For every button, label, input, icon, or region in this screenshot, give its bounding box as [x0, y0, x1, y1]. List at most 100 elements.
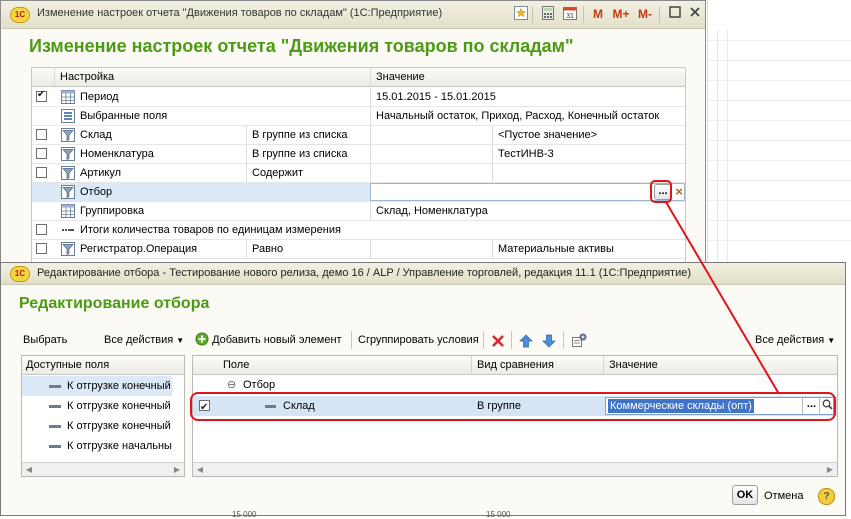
setting-name: Отбор: [80, 186, 113, 198]
cancel-button[interactable]: Отмена: [764, 487, 803, 505]
column-header-setting[interactable]: Настройка: [60, 68, 114, 86]
settings-gear-icon[interactable]: [571, 333, 587, 349]
column-header-value[interactable]: Значение: [376, 68, 425, 86]
filter-heading: Редактирование отбора: [19, 295, 210, 312]
all-actions-left-menu[interactable]: Все действия ▼: [104, 331, 184, 349]
setting-value[interactable]: Материальные активы: [498, 240, 614, 258]
setting-name: Склад: [80, 129, 112, 141]
fields-icon: [61, 109, 75, 123]
row-checkbox[interactable]: [36, 224, 47, 235]
field-icon: [49, 424, 61, 428]
dropdown-arrow-icon: ▼: [176, 336, 185, 345]
row-checkbox[interactable]: [36, 167, 47, 178]
add-icon: [195, 332, 209, 346]
calculator-icon[interactable]: [539, 5, 557, 23]
add-new-element-label: Добавить новый элемент: [212, 334, 342, 346]
row-checkbox[interactable]: [36, 148, 47, 159]
all-actions-right-label: Все действия: [755, 334, 825, 346]
table-row[interactable]: Артикул Содержит: [32, 164, 685, 183]
table-row[interactable]: Выбранные поля Начальный остаток, Приход…: [32, 107, 685, 126]
favorites-icon[interactable]: [512, 5, 530, 23]
table-row[interactable]: Итоги количества товаров по единицам изм…: [32, 221, 685, 240]
scroll-right-icon[interactable]: ▶: [825, 464, 835, 475]
column-header-comparison[interactable]: Вид сравнения: [477, 356, 554, 375]
move-up-icon[interactable]: [518, 333, 534, 349]
all-actions-left-label: Все действия: [104, 334, 174, 346]
all-actions-right-menu[interactable]: Все действия ▼: [755, 331, 835, 349]
field-icon: [49, 444, 61, 448]
row-checkbox[interactable]: [36, 129, 47, 140]
settings-window: 1С Изменение настроек отчета "Движения т…: [0, 0, 706, 278]
column-header-field[interactable]: Поле: [223, 356, 249, 375]
available-field-item[interactable]: К отгрузке конечный: [22, 396, 172, 416]
1c-logo-icon: 1С: [10, 266, 30, 282]
setting-condition[interactable]: В группе из списка: [252, 145, 348, 163]
filter-window: 1С Редактирование отбора - Тестирование …: [0, 262, 846, 516]
setting-condition[interactable]: Равно: [252, 240, 283, 258]
delete-icon[interactable]: [490, 333, 506, 349]
table-row[interactable]: Регистратор.Операция Равно Материальные …: [32, 240, 685, 259]
maximize-icon[interactable]: [666, 5, 684, 23]
horizontal-scrollbar[interactable]: ◀ ▶: [22, 462, 184, 476]
setting-value[interactable]: Склад, Номенклатура: [376, 202, 488, 220]
move-down-icon[interactable]: [541, 333, 557, 349]
row-checkbox[interactable]: [36, 243, 47, 254]
memory-button[interactable]: M: [589, 5, 607, 23]
available-field-item[interactable]: К отгрузке конечный: [22, 376, 172, 396]
setting-value[interactable]: Начальный остаток, Приход, Расход, Конеч…: [376, 107, 659, 125]
clear-icon[interactable]: ×: [673, 183, 685, 201]
setting-name: Регистратор.Операция: [80, 243, 198, 255]
filter-window-titlebar: 1С Редактирование отбора - Тестирование …: [1, 263, 845, 285]
setting-value[interactable]: 15.01.2015 - 15.01.2015: [376, 88, 496, 106]
setting-condition[interactable]: Содержит: [252, 164, 303, 182]
dropdown-arrow-icon: ▼: [827, 336, 836, 345]
settings-heading: Изменение настроек отчета "Движения това…: [29, 36, 574, 56]
filter-icon: [61, 185, 75, 199]
scroll-right-icon[interactable]: ▶: [172, 464, 182, 475]
table-row[interactable]: Номенклатура В группе из списка ТестИНВ-…: [32, 145, 685, 164]
setting-name: Выбранные поля: [80, 110, 168, 122]
highlight-ellipsis-frame: [650, 180, 672, 203]
memory-minus-button[interactable]: M-: [634, 5, 656, 23]
table-row[interactable]: Склад В группе из списка <Пустое значени…: [32, 126, 685, 145]
row-checkbox[interactable]: [36, 89, 47, 102]
setting-name: Артикул: [80, 167, 122, 179]
option-icon: [62, 229, 74, 231]
ok-button[interactable]: OK: [732, 485, 758, 505]
setting-condition[interactable]: В группе из списка: [252, 126, 348, 144]
table-row[interactable]: Группировка Склад, Номенклатура: [32, 202, 685, 221]
filter-conditions-header: Поле Вид сравнения Значение: [193, 356, 837, 375]
column-header-value[interactable]: Значение: [609, 356, 658, 375]
horizontal-scrollbar[interactable]: ◀ ▶: [193, 462, 837, 476]
grouping-icon: [61, 204, 75, 218]
setting-value[interactable]: <Пустое значение>: [498, 126, 597, 144]
filter-icon: [61, 242, 75, 256]
help-icon[interactable]: ?: [818, 488, 835, 505]
add-new-element-button[interactable]: Добавить новый элемент: [195, 331, 342, 349]
calendar-icon[interactable]: 31: [561, 5, 579, 23]
background-text: 15 000: [486, 510, 511, 519]
setting-name: Итоги количества товаров по единицам изм…: [80, 224, 341, 236]
settings-table-header: Настройка Значение: [32, 68, 685, 87]
scroll-left-icon[interactable]: ◀: [195, 464, 205, 475]
filter-icon: [61, 128, 75, 142]
group-conditions-button[interactable]: Сгруппировать условия: [358, 331, 479, 349]
highlight-condition-frame: [190, 392, 836, 421]
filter-window-title: Редактирование отбора - Тестирование нов…: [37, 267, 691, 279]
filter-icon: [61, 166, 75, 180]
svg-text:31: 31: [566, 13, 574, 20]
filter-value-field[interactable]: [370, 183, 685, 201]
available-field-item[interactable]: К отгрузке конечный: [22, 416, 172, 436]
close-icon[interactable]: [686, 5, 704, 23]
available-field-item[interactable]: К отгрузке начальный: [22, 436, 172, 456]
select-button[interactable]: Выбрать: [23, 331, 67, 349]
setting-value[interactable]: ТестИНВ-3: [498, 145, 554, 163]
1c-logo-icon: 1С: [10, 7, 30, 23]
table-row-selected[interactable]: Отбор ... ×: [32, 183, 685, 202]
setting-name: Номенклатура: [80, 148, 154, 160]
setting-name: Группировка: [80, 205, 145, 217]
settings-window-titlebar: 1С Изменение настроек отчета "Движения т…: [1, 1, 705, 29]
table-row[interactable]: Период 15.01.2015 - 15.01.2015: [32, 88, 685, 107]
scroll-left-icon[interactable]: ◀: [24, 464, 34, 475]
memory-plus-button[interactable]: M+: [610, 5, 632, 23]
